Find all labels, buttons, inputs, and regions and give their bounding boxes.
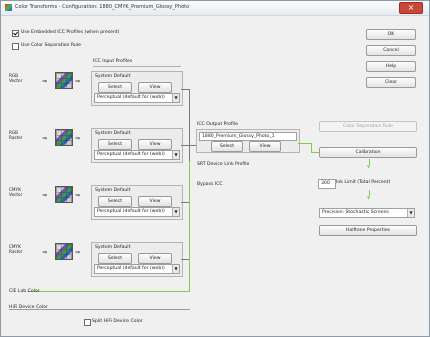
input-profile-box: System Default Select View Perceptual (d… bbox=[91, 185, 183, 220]
arrow-right-icon: ⇒ bbox=[75, 249, 81, 256]
close-button[interactable]: × bbox=[399, 2, 423, 14]
title-bar: Color Transforms - Configuration: 1880_C… bbox=[1, 1, 429, 16]
input-source-label: CMYK Raster bbox=[9, 244, 23, 254]
input-profile-box: System Default Select View Perceptual (d… bbox=[91, 128, 183, 163]
hifi-device-label: HiFi Device Color bbox=[9, 305, 48, 310]
flow-line bbox=[369, 190, 370, 196]
flow-line bbox=[311, 152, 319, 153]
arrow-right-icon: ⇒ bbox=[42, 249, 48, 256]
flow-line bbox=[298, 143, 312, 144]
split-hifi-checkbox[interactable] bbox=[84, 319, 91, 326]
window-title: Color Transforms - Configuration: 1880_C… bbox=[15, 4, 190, 10]
chevron-down-icon: ▼ bbox=[172, 94, 179, 102]
rendering-intent-dropdown[interactable]: Perceptual (default for (web)) ▼ bbox=[94, 264, 180, 274]
arrow-right-icon: ⇒ bbox=[75, 135, 81, 142]
input-view-button[interactable]: View bbox=[138, 82, 172, 93]
color-separation-rule-button[interactable]: Color Separation Rule bbox=[319, 121, 417, 132]
chevron-down-icon: ▼ bbox=[172, 151, 179, 159]
cie-lab-label: CIE Lab Color bbox=[9, 289, 40, 294]
split-hifi-label: Split HiFi Device Color bbox=[92, 319, 143, 324]
rendering-intent-value: Perceptual (default for (web)) bbox=[97, 152, 165, 157]
flow-line bbox=[27, 291, 190, 292]
input-view-button[interactable]: View bbox=[138, 196, 172, 207]
color-grid-icon[interactable] bbox=[55, 243, 73, 260]
color-grid-icon[interactable] bbox=[55, 72, 73, 89]
halftone-properties-button[interactable]: Halftone Properties bbox=[319, 225, 417, 236]
cancel-button[interactable]: Cancel bbox=[366, 45, 416, 56]
screening-dropdown[interactable]: Precision: Stochastic Screens ▼ bbox=[319, 208, 415, 218]
header-divider bbox=[93, 66, 181, 67]
rendering-intent-dropdown[interactable]: Perceptual (default for (web)) ▼ bbox=[94, 93, 180, 103]
app-icon bbox=[5, 4, 12, 11]
flow-line bbox=[189, 161, 190, 292]
input-select-button[interactable]: Select bbox=[98, 139, 132, 150]
device-link-header: SRT Device Link Profile bbox=[197, 162, 250, 167]
chevron-down-icon: ▼ bbox=[172, 208, 179, 216]
ok-button[interactable]: OK bbox=[366, 29, 416, 40]
input-select-button[interactable]: Select bbox=[98, 82, 132, 93]
chevron-down-icon: ▼ bbox=[407, 209, 414, 217]
icc-output-header: ICC Output Profile bbox=[197, 122, 238, 127]
screening-value: Precision: Stochastic Screens bbox=[322, 210, 389, 215]
output-select-button[interactable]: Select bbox=[211, 141, 243, 152]
rendering-intent-dropdown[interactable]: Perceptual (default for (web)) ▼ bbox=[94, 207, 180, 217]
use-embedded-label: Use Embedded ICC Profiles (when present) bbox=[21, 30, 120, 35]
device-link-value: Bypass ICC bbox=[197, 182, 223, 187]
input-view-button[interactable]: View bbox=[138, 253, 172, 264]
input-profile-name: System Default bbox=[95, 245, 131, 250]
arrow-right-icon: ⇒ bbox=[75, 78, 81, 85]
ink-limit-label: Ink Limit (Total Percent) bbox=[336, 180, 391, 185]
flow-arrow-icon: ▼ bbox=[367, 195, 371, 200]
arrow-right-icon: ⇒ bbox=[75, 192, 81, 199]
icc-input-profiles-header: ICC Input Profiles bbox=[93, 59, 133, 64]
arrow-right-icon: ⇒ bbox=[42, 78, 48, 85]
use-separation-checkbox[interactable] bbox=[12, 43, 19, 50]
color-transforms-dialog: Color Transforms - Configuration: 1880_C… bbox=[0, 0, 430, 337]
connector bbox=[181, 89, 190, 90]
rendering-intent-value: Perceptual (default for (web)) bbox=[97, 95, 165, 100]
input-source-label: CMYK Vector bbox=[9, 187, 23, 197]
input-source-label: RGB Vector bbox=[9, 73, 23, 83]
input-profile-name: System Default bbox=[95, 74, 131, 79]
input-profile-name: System Default bbox=[95, 188, 131, 193]
ink-limit-input[interactable]: 300 bbox=[318, 179, 336, 189]
output-view-button[interactable]: View bbox=[249, 141, 281, 152]
arrow-right-icon: ⇒ bbox=[42, 192, 48, 199]
input-view-button[interactable]: View bbox=[138, 139, 172, 150]
input-select-button[interactable]: Select bbox=[98, 253, 132, 264]
calibration-button[interactable]: Calibration bbox=[319, 147, 417, 158]
input-profile-name: System Default bbox=[95, 131, 131, 136]
input-profile-box: System Default Select View Perceptual (d… bbox=[91, 71, 183, 106]
input-select-button[interactable]: Select bbox=[98, 196, 132, 207]
use-embedded-checkbox[interactable] bbox=[12, 30, 19, 37]
flow-line bbox=[369, 159, 370, 165]
clear-button[interactable]: Clear bbox=[366, 77, 416, 88]
rendering-intent-value: Perceptual (default for (web)) bbox=[97, 209, 165, 214]
arrow-right-icon: ⇒ bbox=[42, 135, 48, 142]
flow-arrow-icon: ▼ bbox=[367, 164, 371, 169]
chevron-down-icon: ▼ bbox=[172, 265, 179, 273]
rendering-intent-dropdown[interactable]: Perceptual (default for (web)) ▼ bbox=[94, 150, 180, 160]
color-grid-icon[interactable] bbox=[55, 129, 73, 146]
rendering-intent-value: Perceptual (default for (web)) bbox=[97, 266, 165, 271]
input-source-label: RGB Raster bbox=[9, 130, 23, 140]
color-grid-icon[interactable] bbox=[55, 186, 73, 203]
help-button[interactable]: Help bbox=[366, 61, 416, 72]
icc-output-box: 1880_Premium_Glossy_Photo_1 Select View bbox=[196, 129, 300, 153]
output-profile-field[interactable]: 1880_Premium_Glossy_Photo_1 bbox=[199, 132, 297, 141]
input-profile-box: System Default Select View Perceptual (d… bbox=[91, 242, 183, 277]
use-separation-label: Use Color Separation Rule bbox=[21, 43, 81, 48]
